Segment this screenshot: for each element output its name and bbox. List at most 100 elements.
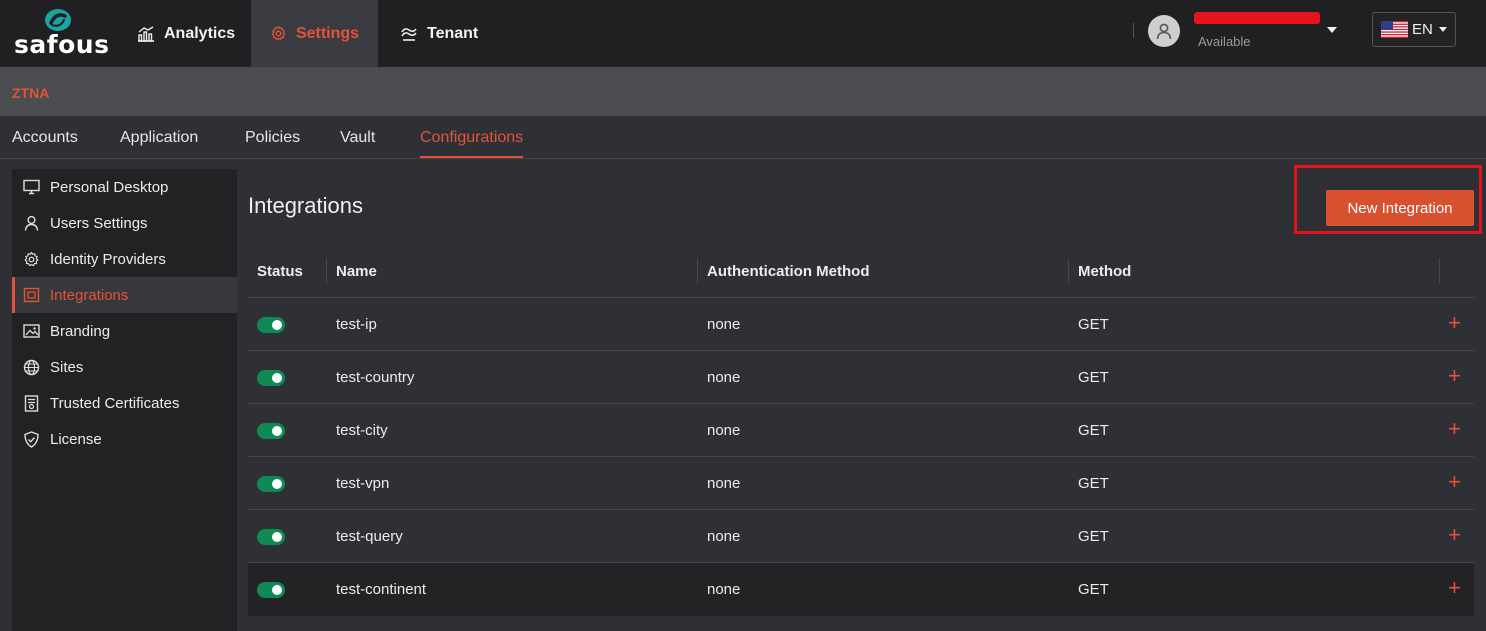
expand-plus-icon[interactable]: + bbox=[1448, 310, 1461, 336]
expand-plus-icon[interactable]: + bbox=[1448, 416, 1461, 442]
table-row: test-country none GET + bbox=[248, 351, 1474, 404]
row-method: GET bbox=[1078, 369, 1109, 386]
row-method: GET bbox=[1078, 475, 1109, 492]
sidebar-item-label: Branding bbox=[50, 322, 111, 340]
gear-icon bbox=[271, 25, 286, 41]
image-icon bbox=[23, 324, 40, 338]
column-divider bbox=[1068, 258, 1069, 284]
safous-logo[interactable]: safous bbox=[12, 6, 110, 59]
sidebar-item-personal-desktop[interactable]: Personal Desktop bbox=[12, 169, 237, 205]
tab-application[interactable]: Application bbox=[120, 129, 198, 147]
section-bar: ZTNA bbox=[0, 67, 1486, 116]
sidebar-item-sites[interactable]: Sites bbox=[12, 349, 237, 385]
toggle-knob bbox=[272, 479, 282, 489]
nav-analytics[interactable]: Analytics bbox=[137, 0, 235, 67]
user-icon bbox=[1156, 23, 1172, 40]
active-tab-indicator bbox=[420, 156, 523, 158]
language-selector[interactable]: EN bbox=[1372, 12, 1456, 47]
toggle-knob bbox=[272, 373, 282, 383]
page-title: Integrations bbox=[248, 193, 363, 218]
row-name: test-country bbox=[336, 369, 415, 386]
toggle-knob bbox=[272, 585, 282, 595]
row-method: GET bbox=[1078, 528, 1109, 545]
row-auth: none bbox=[707, 581, 741, 598]
table-row: test-continent none GET + bbox=[248, 563, 1474, 616]
row-name: test-vpn bbox=[336, 475, 390, 492]
top-divider bbox=[1133, 23, 1134, 38]
table-header: Status Name Authentication Method Method bbox=[248, 245, 1474, 298]
column-divider bbox=[697, 258, 698, 284]
tab-bar: Accounts Application Policies Vault Conf… bbox=[0, 116, 1486, 159]
column-divider bbox=[1439, 258, 1440, 284]
row-name: test-continent bbox=[336, 581, 427, 598]
sidebar-item-label: Personal Desktop bbox=[50, 178, 169, 196]
sidebar-item-identity-providers[interactable]: Identity Providers bbox=[12, 241, 237, 277]
tab-accounts[interactable]: Accounts bbox=[12, 129, 78, 147]
row-auth: none bbox=[707, 475, 741, 492]
new-integration-button[interactable]: New Integration bbox=[1326, 190, 1474, 226]
expand-plus-icon[interactable]: + bbox=[1448, 363, 1461, 389]
sidebar-item-trusted-certificates[interactable]: Trusted Certificates bbox=[12, 385, 237, 421]
tab-policies[interactable]: Policies bbox=[245, 129, 300, 147]
expand-plus-icon[interactable]: + bbox=[1448, 522, 1461, 548]
sidebar-item-license[interactable]: License bbox=[12, 421, 237, 457]
nav-tenant-label: Tenant bbox=[427, 24, 479, 42]
toggle-knob bbox=[272, 426, 282, 436]
table-row: test-vpn none GET + bbox=[248, 457, 1474, 510]
nav-settings-label: Settings bbox=[295, 24, 360, 42]
row-method: GET bbox=[1078, 422, 1109, 439]
row-name: test-ip bbox=[336, 316, 377, 333]
nav-settings[interactable]: Settings bbox=[251, 0, 378, 67]
row-name: test-city bbox=[336, 422, 388, 439]
monitor-icon bbox=[23, 179, 40, 195]
row-auth: none bbox=[707, 422, 741, 439]
sidebar-item-label: Trusted Certificates bbox=[50, 394, 180, 412]
sidebar-item-branding[interactable]: Branding bbox=[12, 313, 237, 349]
header-method[interactable]: Method bbox=[1078, 263, 1131, 280]
user-icon bbox=[24, 215, 39, 231]
us-flag-icon bbox=[1381, 21, 1408, 38]
sidebar-item-integrations[interactable]: Integrations bbox=[12, 277, 237, 313]
top-bar: safous Analytics Settings Tenant Availab… bbox=[0, 0, 1486, 67]
chevron-down-icon bbox=[1438, 27, 1447, 32]
expand-plus-icon[interactable]: + bbox=[1448, 575, 1461, 601]
row-name: test-query bbox=[336, 528, 403, 545]
nav-tenant[interactable]: Tenant bbox=[400, 0, 478, 67]
sidebar-item-label: Integrations bbox=[50, 286, 129, 304]
user-name-redacted bbox=[1194, 12, 1320, 24]
column-divider bbox=[326, 258, 327, 284]
sidebar-item-users-settings[interactable]: Users Settings bbox=[12, 205, 237, 241]
avatar[interactable] bbox=[1148, 15, 1180, 47]
logo-mark-icon bbox=[45, 9, 71, 31]
language-code: EN bbox=[1412, 21, 1433, 38]
header-status[interactable]: Status bbox=[257, 263, 303, 280]
section-label: ZTNA bbox=[12, 85, 50, 101]
sidebar-item-label: Identity Providers bbox=[50, 250, 166, 268]
status-toggle[interactable] bbox=[257, 476, 285, 492]
status-toggle[interactable] bbox=[257, 317, 285, 333]
user-menu-caret-icon[interactable] bbox=[1326, 26, 1338, 34]
status-toggle[interactable] bbox=[257, 423, 285, 439]
header-name[interactable]: Name bbox=[336, 263, 377, 280]
gear-icon bbox=[24, 251, 39, 266]
logo-text: safous bbox=[14, 30, 110, 59]
toggle-knob bbox=[272, 320, 282, 330]
row-auth: none bbox=[707, 369, 741, 386]
header-auth-method[interactable]: Authentication Method bbox=[707, 263, 869, 280]
status-toggle[interactable] bbox=[257, 370, 285, 386]
toggle-knob bbox=[272, 532, 282, 542]
user-status: Available bbox=[1198, 34, 1251, 49]
expand-plus-icon[interactable]: + bbox=[1448, 469, 1461, 495]
tab-vault[interactable]: Vault bbox=[340, 129, 375, 147]
status-toggle[interactable] bbox=[257, 529, 285, 545]
nav-analytics-label: Analytics bbox=[164, 24, 236, 42]
sidebar-item-label: Sites bbox=[50, 358, 84, 376]
tab-configurations[interactable]: Configurations bbox=[420, 129, 523, 147]
tenant-icon bbox=[401, 27, 417, 41]
analytics-icon bbox=[138, 25, 154, 42]
row-auth: none bbox=[707, 528, 741, 545]
table-row: test-query none GET + bbox=[248, 510, 1474, 563]
status-toggle[interactable] bbox=[257, 582, 285, 598]
sidebar-item-label: License bbox=[50, 430, 102, 448]
row-method: GET bbox=[1078, 581, 1109, 598]
